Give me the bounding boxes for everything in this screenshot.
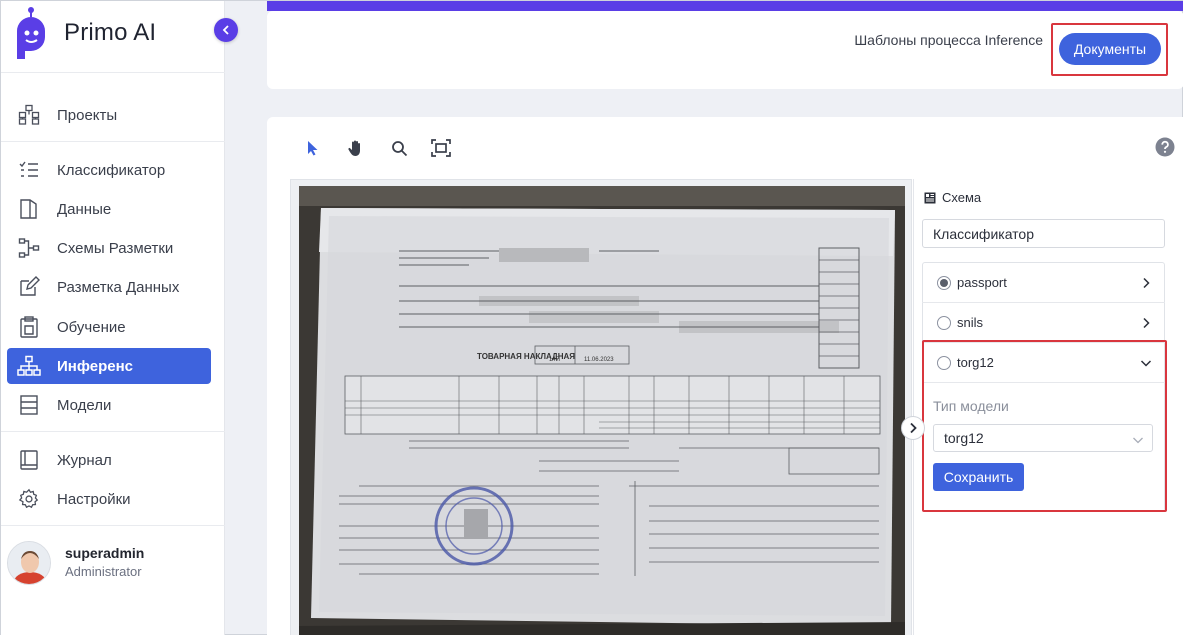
sidebar-item-label: Схемы Разметки [57, 239, 174, 257]
radio-snils[interactable] [937, 315, 951, 330]
sidebar: Primo AI Проекты Классификатор Данные Сх… [1, 1, 225, 635]
schema-item-passport[interactable]: passport [922, 263, 1165, 303]
sidebar-item-training[interactable]: Обучение [7, 309, 211, 345]
pan-tool[interactable] [344, 136, 368, 160]
sidebar-item-label: Классификатор [57, 161, 166, 179]
brand[interactable]: Primo AI [11, 5, 211, 67]
sidebar-item-settings[interactable]: Настройки [7, 481, 211, 517]
fit-screen-icon [431, 139, 451, 157]
chevron-down-icon [1132, 432, 1144, 448]
hand-icon [348, 140, 360, 156]
divider [1, 431, 225, 432]
schema-table-icon [924, 192, 936, 203]
question-icon [1155, 137, 1175, 157]
sidebar-item-journal[interactable]: Журнал [7, 442, 211, 478]
help-button[interactable] [1155, 137, 1175, 157]
sidebar-item-projects[interactable]: Проекты [7, 97, 211, 133]
list-check-icon [17, 158, 41, 182]
sidebar-item-label: Журнал [57, 451, 112, 469]
sidebar-item-label: Данные [57, 200, 112, 218]
sidebar-item-models[interactable]: Модели [7, 387, 211, 423]
sidebar-item-label: Проекты [57, 106, 118, 124]
classifier-select[interactable]: Классификатор [922, 219, 1165, 248]
schema-item-torg12[interactable]: torg12 [922, 343, 1165, 383]
top-accent-bar [267, 1, 1183, 11]
sidebar-item-inference[interactable]: Инференс [7, 348, 211, 384]
hierarchy-icon [17, 354, 41, 378]
schema-item-snils[interactable]: snils [922, 303, 1165, 343]
select-tool[interactable] [300, 136, 324, 160]
sidebar-item-classifier[interactable]: Классификатор [7, 152, 211, 188]
inference-templates-link[interactable]: Шаблоны процесса Inference [854, 32, 1043, 48]
user-name: superadmin [65, 545, 145, 561]
schema-item-label: torg12 [957, 355, 994, 370]
collapse-sidebar-button[interactable] [214, 18, 238, 42]
avatar [7, 541, 51, 585]
save-button[interactable]: Сохранить [933, 463, 1024, 491]
radio-torg12[interactable] [937, 355, 951, 370]
primo-logo-icon [17, 7, 45, 59]
sidebar-item-label: Обучение [57, 318, 126, 336]
model-type-select[interactable]: torg12 [933, 424, 1153, 452]
sidebar-item-schemas[interactable]: Схемы Разметки [7, 230, 211, 266]
chevron-left-icon [222, 25, 229, 35]
chevron-down-icon[interactable] [1139, 356, 1153, 370]
schema-icon [17, 236, 41, 260]
brand-name: Primo AI [64, 19, 157, 46]
document-title: ТОВАРНАЯ НАКЛАДНАЯ [477, 352, 575, 361]
model-type-value: torg12 [944, 430, 984, 446]
header [267, 11, 1183, 89]
sidebar-item-data[interactable]: Данные [7, 191, 211, 227]
divider [1, 72, 225, 73]
schema-item-label: passport [957, 275, 1007, 290]
divider [1, 141, 225, 142]
user-role: Administrator [65, 564, 142, 579]
chevron-right-icon[interactable] [1139, 276, 1153, 290]
divider [1, 525, 225, 526]
schema-title: Схема [942, 190, 982, 205]
book-icon [17, 197, 41, 221]
document-date: 11.06.2023 [584, 357, 614, 363]
table-icon [17, 393, 41, 417]
next-page-button[interactable] [901, 416, 925, 440]
cursor-arrow-icon [308, 141, 318, 156]
user-profile[interactable]: superadmin Administrator [7, 541, 217, 589]
sidebar-item-label: Инференс [57, 357, 134, 375]
chevron-right-icon[interactable] [1139, 316, 1153, 330]
search-icon [391, 140, 407, 156]
journal-icon [17, 448, 41, 472]
document-number: 14П [549, 357, 560, 363]
projects-icon [17, 103, 41, 127]
sidebar-item-labeling[interactable]: Разметка Данных [7, 269, 211, 305]
document-image: ТОВАРНАЯ НАКЛАДНАЯ 14П 11.06.2023 [299, 186, 905, 635]
sidebar-item-label: Настройки [57, 490, 131, 508]
edit-icon [17, 275, 41, 299]
schema-item-label: snils [957, 315, 984, 330]
radio-passport[interactable] [937, 275, 951, 290]
gear-icon [17, 487, 41, 511]
documents-button[interactable]: Документы [1059, 33, 1161, 65]
fit-tool[interactable] [429, 136, 453, 160]
sidebar-item-label: Модели [57, 396, 112, 414]
zoom-tool[interactable] [387, 136, 411, 160]
clipboard-icon [17, 315, 41, 339]
sidebar-item-label: Разметка Данных [57, 278, 180, 296]
schema-header: Схема [924, 190, 981, 205]
chevron-right-icon [910, 422, 917, 434]
model-type-label: Тип модели [933, 398, 1009, 414]
